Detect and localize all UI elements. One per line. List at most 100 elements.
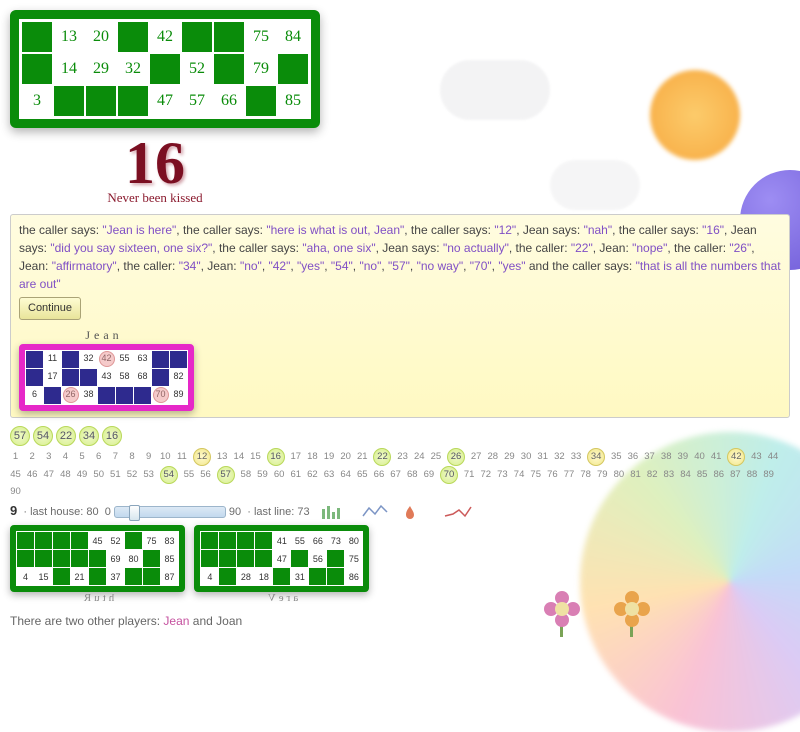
board-number: 75: [530, 467, 541, 483]
recent-ball: 34: [79, 426, 99, 446]
blank-cell: [143, 568, 160, 585]
trend-icon: [443, 504, 473, 519]
board-number: 48: [60, 467, 71, 483]
line-icon: [361, 504, 391, 519]
number-cell: 55: [116, 351, 133, 368]
board-number: 80: [613, 467, 624, 483]
blank-cell: [291, 550, 308, 567]
number-cell: 56: [309, 550, 326, 567]
number-cell: 15: [35, 568, 52, 585]
blank-cell: [62, 351, 79, 368]
board-number: 38: [661, 449, 672, 465]
number-cell: 86: [345, 568, 362, 585]
number-cell: 85: [161, 550, 178, 567]
board-number: 46: [27, 467, 38, 483]
blank-cell: [71, 532, 88, 549]
blank-cell: [116, 387, 133, 404]
board-number: 84: [680, 467, 691, 483]
number-cell: 42: [98, 351, 115, 368]
board-number: 63: [324, 467, 335, 483]
number-cell: 3: [22, 86, 52, 116]
board-number: 87: [730, 467, 741, 483]
blank-cell: [219, 532, 236, 549]
board-number: 19: [324, 449, 335, 465]
number-cell: 66: [214, 86, 244, 116]
recent-ball: 22: [56, 426, 76, 446]
number-cell: 58: [116, 369, 133, 386]
board-number: 82: [647, 467, 658, 483]
board-number: 9: [143, 449, 154, 465]
number-cell: 80: [345, 532, 362, 549]
number-cell: 52: [107, 532, 124, 549]
ruth-card: 45527583698085415213787: [10, 525, 185, 592]
board-number: 1: [10, 449, 21, 465]
blank-cell: [255, 550, 272, 567]
board-number: 35: [611, 449, 622, 465]
board-number: 77: [564, 467, 575, 483]
board-number: 30: [521, 449, 532, 465]
blank-cell: [152, 369, 169, 386]
board-number: 65: [357, 467, 368, 483]
blank-cell: [237, 532, 254, 549]
blank-cell: [35, 532, 52, 549]
board-number: 14: [233, 449, 244, 465]
continue-button[interactable]: Continue: [19, 297, 81, 320]
board-number: 10: [160, 449, 171, 465]
blank-cell: [86, 86, 116, 116]
board-number: 22: [373, 448, 391, 466]
board-number: 58: [240, 467, 251, 483]
number-cell: 82: [170, 369, 187, 386]
number-cell: 13: [54, 22, 84, 52]
board-number: 20: [340, 449, 351, 465]
board-number: 78: [580, 467, 591, 483]
number-cell: 85: [278, 86, 308, 116]
number-cell: 45: [89, 532, 106, 549]
number-cell: 11: [44, 351, 61, 368]
vera-name-label: Vera: [194, 592, 369, 604]
board-number: 73: [497, 467, 508, 483]
called-number: 16: [10, 136, 300, 190]
blank-cell: [89, 568, 106, 585]
number-cell: 68: [134, 369, 151, 386]
board-number: 29: [504, 449, 515, 465]
board-number: 41: [711, 449, 722, 465]
number-cell: 69: [107, 550, 124, 567]
number-cell: 87: [161, 568, 178, 585]
board-number: 32: [554, 449, 565, 465]
recent-calls: 5754223416: [10, 426, 790, 446]
blank-cell: [214, 54, 244, 84]
number-cell: 84: [278, 22, 308, 52]
blank-cell: [143, 550, 160, 567]
board-number: 7: [110, 449, 121, 465]
board-number: 15: [250, 449, 261, 465]
flame-icon: [402, 504, 432, 519]
number-cell: 6: [26, 387, 43, 404]
board-number: 52: [126, 467, 137, 483]
number-cell: 47: [273, 550, 290, 567]
board-number: 16: [267, 448, 285, 466]
blank-cell: [152, 351, 169, 368]
board-number: 47: [43, 467, 54, 483]
blank-cell: [17, 532, 34, 549]
board-number: 62: [307, 467, 318, 483]
board-number: 4: [60, 449, 71, 465]
blank-cell: [26, 369, 43, 386]
speed-slider[interactable]: [114, 506, 226, 518]
number-cell: 21: [71, 568, 88, 585]
numbers-out-count: 9: [10, 503, 17, 518]
blank-cell: [201, 532, 218, 549]
board-number: 55: [183, 467, 194, 483]
board-number: 69: [423, 467, 434, 483]
blank-cell: [327, 568, 344, 585]
board-number: 76: [547, 467, 558, 483]
blank-cell: [22, 22, 52, 52]
number-cell: 75: [143, 532, 160, 549]
ruth-name-label: Ruth: [10, 592, 185, 604]
board-number: 68: [407, 467, 418, 483]
board-number: 85: [697, 467, 708, 483]
board-number: 24: [414, 449, 425, 465]
blank-cell: [219, 568, 236, 585]
number-cell: 75: [345, 550, 362, 567]
blank-cell: [219, 550, 236, 567]
board-number: 37: [644, 449, 655, 465]
